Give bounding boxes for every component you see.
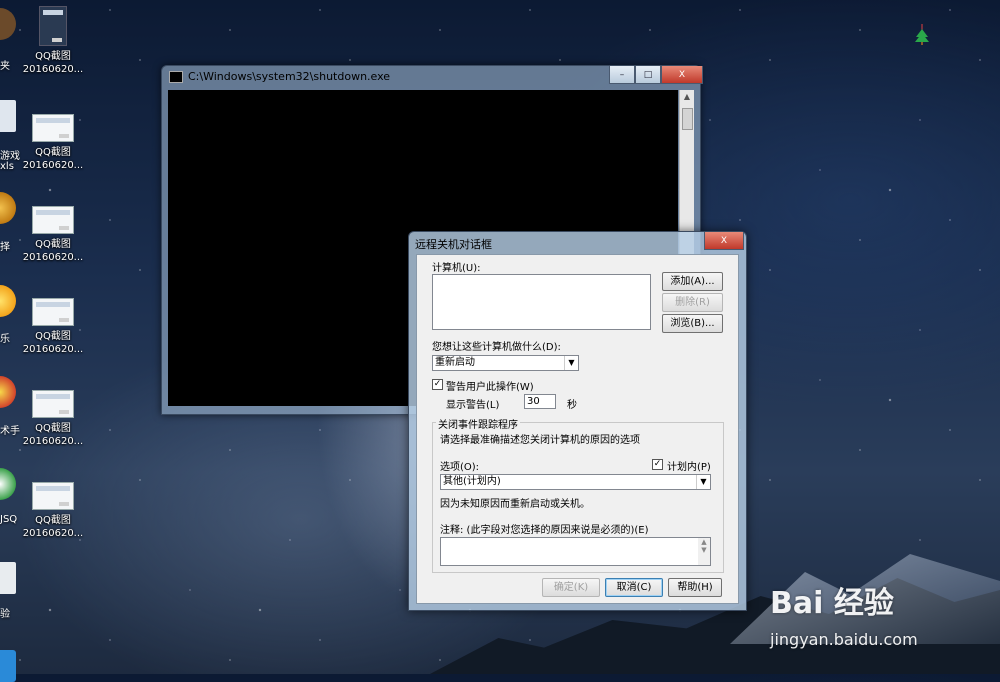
desktop-icon-qq-screenshot[interactable]: QQ截图 20160620... bbox=[18, 482, 88, 540]
image-icon bbox=[32, 482, 74, 510]
action-select-value: 重新启动 bbox=[435, 357, 475, 368]
tracker-description: 请选择最准确描述您关闭计算机的原因的选项 bbox=[440, 435, 640, 446]
image-icon bbox=[32, 390, 74, 418]
app-icon[interactable] bbox=[0, 650, 16, 682]
desktop-icon-label: QQ截图 bbox=[35, 423, 71, 434]
app-icon[interactable] bbox=[0, 285, 16, 317]
tracker-group-title: 关闭事件跟踪程序 bbox=[436, 416, 520, 431]
console-titlebar[interactable]: C:\Windows\system32\shutdown.exe – □ X bbox=[162, 66, 703, 88]
desktop-icon-label: 20160620... bbox=[22, 252, 84, 263]
left-icon-label: 择 bbox=[0, 242, 10, 253]
warn-users-label: 警告用户此操作(W) bbox=[446, 382, 534, 393]
display-warning-label: 显示警告(L) bbox=[446, 400, 500, 411]
app-icon[interactable] bbox=[0, 376, 16, 408]
planned-label: 计划内(P) bbox=[667, 462, 711, 473]
reason-select[interactable]: 其他(计划内) ▼ bbox=[440, 474, 711, 490]
action-select[interactable]: 重新启动 ▼ bbox=[432, 355, 579, 371]
planned-checkbox[interactable]: ✓ bbox=[652, 459, 663, 470]
left-icon-label: 验 bbox=[0, 609, 10, 620]
scroll-up-arrow-icon[interactable]: ▲ bbox=[680, 90, 694, 104]
desktop-icon-qq-screenshot[interactable]: QQ截图 20160620... bbox=[18, 390, 88, 448]
baidu-jingyan-logo: Bai 经验 bbox=[770, 586, 894, 621]
computers-label: 计算机(U): bbox=[432, 263, 481, 274]
desktop-icon-label: 20160620... bbox=[22, 436, 84, 447]
chevron-down-icon: ▼ bbox=[564, 356, 578, 370]
app-icon[interactable] bbox=[0, 192, 16, 224]
desktop-icon-label: QQ截图 bbox=[35, 51, 71, 62]
warn-users-checkbox[interactable]: ✓ bbox=[432, 379, 443, 390]
desktop-icon-qq-screenshot[interactable]: QQ截图 20160620... bbox=[18, 6, 88, 76]
reason-select-value: 其他(计划内) bbox=[443, 476, 501, 487]
image-icon bbox=[32, 114, 74, 142]
image-icon bbox=[32, 206, 74, 234]
desktop-icon-label: 20160620... bbox=[22, 528, 84, 539]
desktop-icon-qq-screenshot[interactable]: QQ截图 20160620... bbox=[18, 206, 88, 264]
watermark-url: jingyan.baidu.com bbox=[770, 630, 918, 649]
left-icon-label: 游戏 bbox=[0, 151, 20, 162]
add-button[interactable]: 添加(A)... bbox=[662, 272, 723, 291]
close-button[interactable]: X bbox=[704, 232, 744, 250]
comment-scrollbar[interactable]: ▲ ▼ bbox=[698, 538, 710, 565]
app-icon[interactable] bbox=[0, 8, 16, 40]
chevron-down-icon: ▼ bbox=[696, 475, 710, 489]
scrollbar-thumb[interactable] bbox=[682, 108, 693, 130]
left-icon-label: 术手 bbox=[0, 426, 20, 437]
warning-seconds-input[interactable]: 30 bbox=[524, 394, 556, 409]
desktop-icon-qq-screenshot[interactable]: QQ截图 20160620... bbox=[18, 114, 88, 172]
close-button[interactable]: X bbox=[661, 66, 703, 84]
comment-label: 注释: (此字段对您选择的原因来说是必须的)(E) bbox=[440, 525, 649, 536]
christmas-tree-icon[interactable] bbox=[914, 24, 930, 46]
desktop-icon-label: 20160620... bbox=[22, 64, 84, 75]
document-icon[interactable] bbox=[0, 562, 16, 594]
image-icon bbox=[39, 6, 67, 46]
console-title: C:\Windows\system32\shutdown.exe bbox=[188, 70, 391, 83]
comment-textarea[interactable]: ▲ ▼ bbox=[440, 537, 711, 566]
browse-button[interactable]: 浏览(B)... bbox=[662, 314, 723, 333]
desktop-icon-qq-screenshot[interactable]: QQ截图 20160620... bbox=[18, 298, 88, 356]
computers-list[interactable] bbox=[432, 274, 651, 330]
action-label: 您想让这些计算机做什么(D): bbox=[432, 342, 561, 353]
ok-button[interactable]: 确定(K) bbox=[542, 578, 600, 597]
dialog-body: 计算机(U): 添加(A)... 删除(R) 浏览(B)... 您想让这些计算机… bbox=[416, 254, 739, 604]
remote-shutdown-dialog[interactable]: 远程关机对话框 X 计算机(U): 添加(A)... 删除(R) 浏览(B)..… bbox=[408, 231, 747, 611]
maximize-button[interactable]: □ bbox=[635, 66, 661, 84]
desktop-icon-label: QQ截图 bbox=[35, 331, 71, 342]
left-icon-label: 乐 bbox=[0, 334, 10, 345]
app-icon[interactable] bbox=[0, 468, 16, 500]
desktop-icon-label: QQ截图 bbox=[35, 515, 71, 526]
caption-buttons: X bbox=[704, 232, 744, 250]
console-app-icon bbox=[169, 71, 183, 83]
document-icon[interactable] bbox=[0, 100, 16, 132]
dialog-title: 远程关机对话框 bbox=[415, 238, 492, 251]
caption-buttons: – □ X bbox=[609, 66, 703, 84]
help-button[interactable]: 帮助(H) bbox=[668, 578, 722, 597]
cancel-button[interactable]: 取消(C) bbox=[605, 578, 663, 597]
image-icon bbox=[32, 298, 74, 326]
reason-description: 因为未知原因而重新启动或关机。 bbox=[440, 499, 590, 510]
minimize-button[interactable]: – bbox=[609, 66, 635, 84]
remove-button[interactable]: 删除(R) bbox=[662, 293, 723, 312]
left-icon-label: xls bbox=[0, 161, 14, 172]
desktop-icon-label: QQ截图 bbox=[35, 239, 71, 250]
left-icon-label: JSQ bbox=[0, 514, 18, 525]
desktop-icon-label: 20160620... bbox=[22, 160, 84, 171]
left-icon-label: 夹 bbox=[0, 61, 10, 72]
desktop-icon-label: 20160620... bbox=[22, 344, 84, 355]
seconds-unit-label: 秒 bbox=[567, 400, 577, 411]
desktop-icon-label: QQ截图 bbox=[35, 147, 71, 158]
option-label: 选项(O): bbox=[440, 462, 480, 473]
